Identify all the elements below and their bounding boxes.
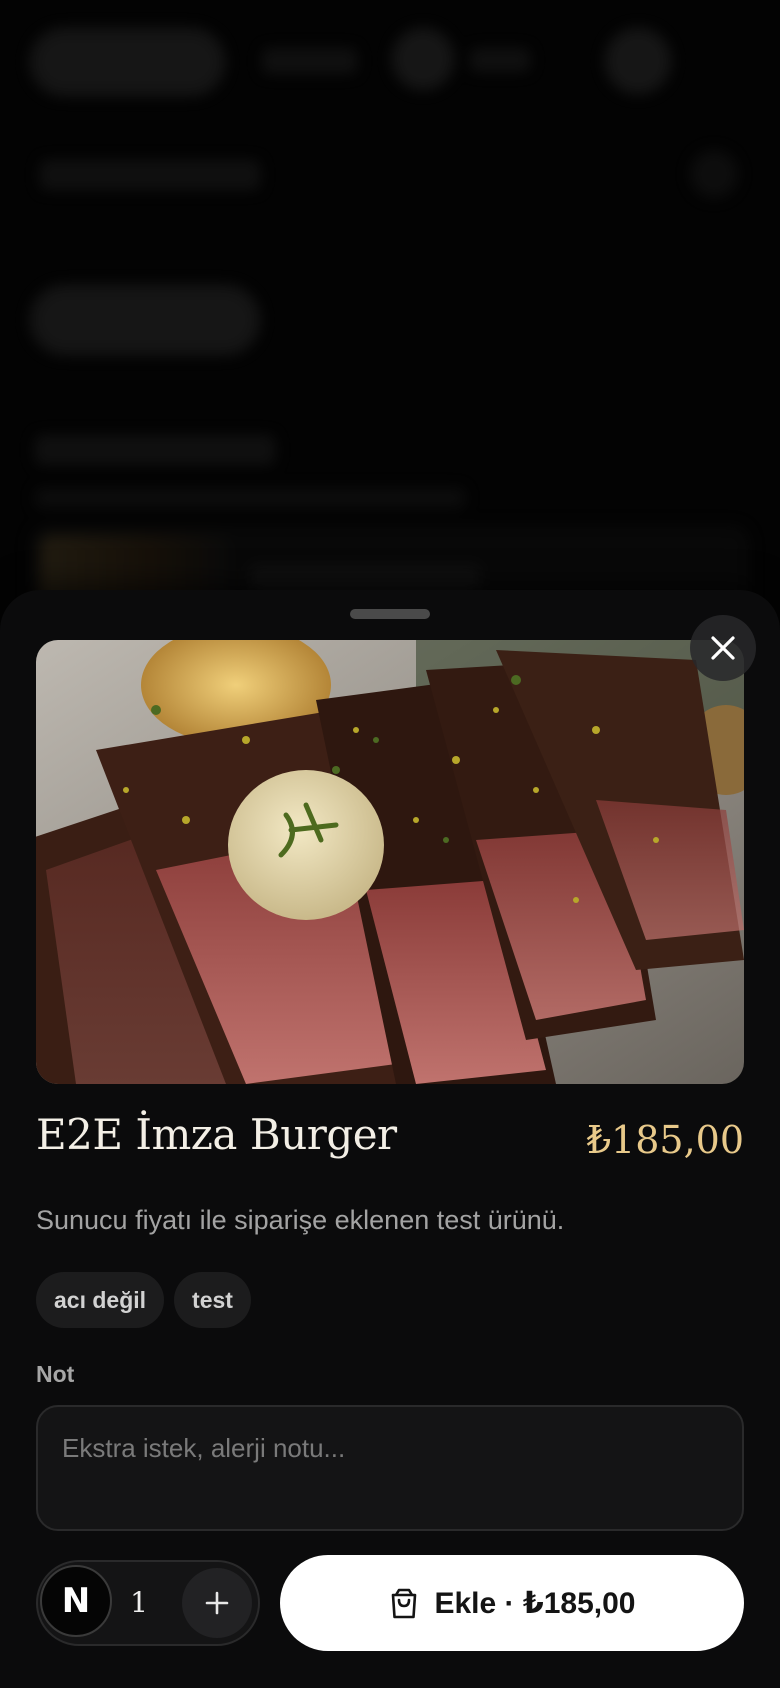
quantity-value: 1: [130, 1586, 148, 1619]
close-icon: [711, 636, 735, 660]
plus-icon: [205, 1591, 229, 1615]
product-title: E2E İmza Burger: [36, 1110, 397, 1159]
tag-list: acı değil test: [36, 1272, 251, 1328]
tag-chip: test: [174, 1272, 251, 1328]
product-price: ₺185,00: [586, 1118, 744, 1162]
drag-handle[interactable]: [350, 609, 430, 619]
add-button-label: Ekle · ₺185,00: [434, 1586, 636, 1620]
tag-chip: acı değil: [36, 1272, 165, 1328]
increment-button[interactable]: [182, 1568, 252, 1638]
note-field[interactable]: [36, 1405, 744, 1531]
product-description: Sunucu fiyatı ile siparişe eklenen test …: [36, 1205, 565, 1235]
steak-photo: [36, 640, 744, 1084]
add-to-cart-button[interactable]: Ekle · ₺185,00: [280, 1555, 744, 1651]
quantity-stepper: N 1: [36, 1560, 260, 1646]
shopping-bag-icon: [392, 1588, 417, 1619]
note-label: Not: [36, 1361, 75, 1387]
decrement-button[interactable]: N: [40, 1565, 112, 1637]
close-button[interactable]: [690, 615, 756, 681]
product-bottom-sheet: E2E İmza Burger ₺185,00 Sunucu fiyatı il…: [0, 590, 780, 1688]
product-image: [36, 640, 744, 1084]
